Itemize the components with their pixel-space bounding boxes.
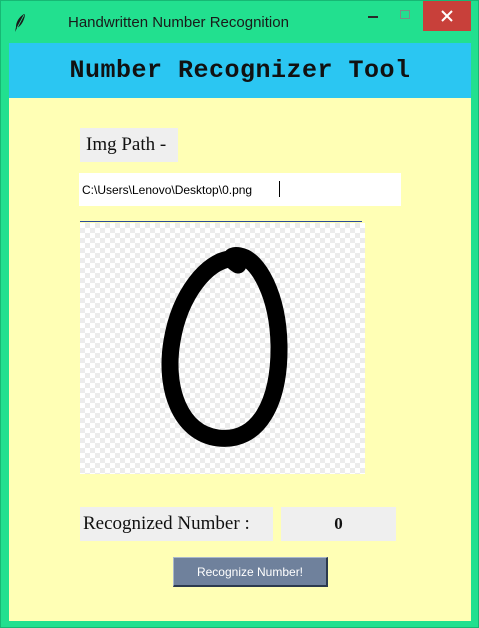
feather-icon [13,13,27,33]
img-path-input[interactable] [79,173,401,206]
handwritten-zero-image [161,247,288,447]
minimize-button[interactable] [358,1,388,31]
app-window: Handwritten Number Recognition Number Re… [0,0,479,628]
image-preview [80,223,365,474]
text-caret [279,181,280,197]
title-bar[interactable]: Handwritten Number Recognition [1,1,478,43]
recognized-number-label: Recognized Number : [80,507,273,541]
recognized-number-value: 0 [281,507,396,541]
maximize-icon [400,9,410,19]
header-band: Number Recognizer Tool [9,43,471,98]
minimize-icon [368,16,378,18]
window-title: Handwritten Number Recognition [68,14,289,31]
recognize-number-button[interactable]: Recognize Number! [173,557,328,587]
page-title: Number Recognizer Tool [69,56,411,85]
close-button[interactable] [423,1,471,31]
maximize-button[interactable] [390,1,420,31]
main-panel: Number Recognizer Tool Img Path - Recogn… [9,43,471,621]
close-icon [441,10,453,22]
image-divider [80,221,362,222]
img-path-label: Img Path - [80,128,178,162]
